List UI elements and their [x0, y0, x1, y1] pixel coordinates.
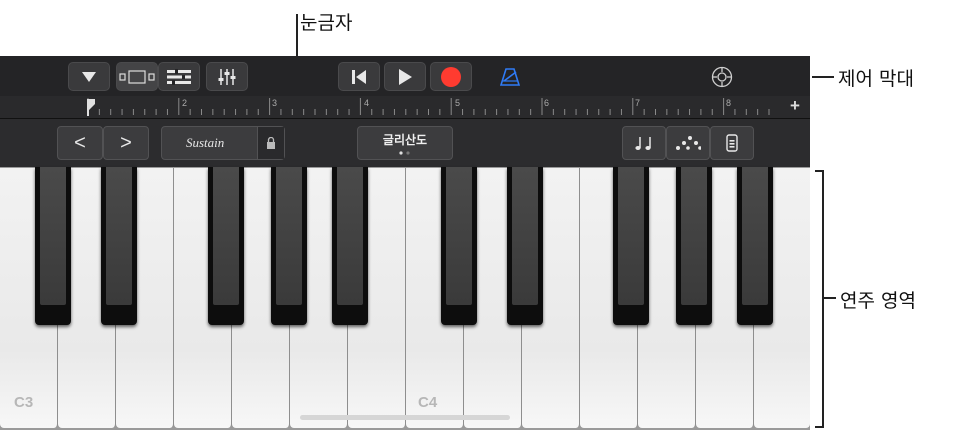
add-section-button[interactable]: + — [790, 96, 800, 116]
black-key[interactable] — [332, 167, 368, 325]
ruler-ticks — [87, 98, 770, 115]
play-area-callout-line — [824, 297, 836, 299]
settings-icon — [711, 66, 733, 87]
keyboard-play-area[interactable]: C3 C4 — [0, 167, 810, 430]
mixer-icon — [218, 68, 236, 85]
black-key[interactable] — [676, 167, 712, 325]
black-key[interactable] — [507, 167, 543, 325]
black-key[interactable] — [737, 167, 773, 325]
track-controls-button[interactable] — [158, 62, 200, 91]
play-area-bracket-vertical — [822, 170, 824, 428]
record-button[interactable] — [430, 62, 472, 91]
go-to-beginning-button[interactable] — [338, 62, 380, 91]
go-to-beginning-icon — [352, 69, 366, 84]
sustain-lock[interactable] — [257, 127, 284, 159]
chevron-left-icon: < — [74, 131, 86, 154]
track-controls-icon — [167, 68, 191, 85]
browser-menu-icon — [82, 71, 96, 82]
ruler-mark-5: 5 — [455, 98, 461, 108]
black-key[interactable] — [35, 167, 71, 325]
notes-icon — [635, 137, 651, 150]
control-bar-callout-line — [812, 76, 834, 78]
ruler-callout: 눈금자 — [300, 12, 353, 34]
ruler[interactable]: 2 3 4 5 6 7 8 + — [0, 96, 810, 119]
glissando-button[interactable]: 글리산도 — [357, 126, 453, 160]
ruler-mark-3: 3 — [272, 98, 278, 108]
arpeggiator-icon — [676, 136, 701, 150]
page-dots-icon — [399, 150, 410, 155]
metronome-button[interactable] — [492, 62, 528, 91]
tracks-view-button[interactable] — [116, 62, 158, 91]
glissando-label: 글리산도 — [382, 132, 428, 147]
control-bar — [0, 56, 810, 96]
black-key[interactable] — [208, 167, 244, 325]
play-area-callout: 연주 영역 — [840, 290, 916, 312]
sustain-button[interactable]: Sustain — [161, 126, 285, 160]
arpeggiator-button[interactable] — [666, 126, 710, 160]
garageband-screen: 2 3 4 5 6 7 8 + < > Sustain 글리산도 C3 C4 — [0, 56, 810, 430]
notes-mode-button[interactable] — [622, 126, 666, 160]
chevron-right-icon: > — [120, 131, 132, 154]
velocity-button[interactable] — [710, 126, 754, 160]
lock-icon — [267, 137, 275, 149]
ruler-mark-2: 2 — [182, 98, 188, 108]
browser-menu-button[interactable] — [68, 62, 110, 91]
ruler-mark-4: 4 — [364, 98, 370, 108]
black-key[interactable] — [271, 167, 307, 325]
ruler-mark-6: 6 — [544, 98, 550, 108]
black-key[interactable] — [613, 167, 649, 325]
settings-button[interactable] — [704, 62, 740, 91]
play-icon — [399, 68, 412, 85]
ruler-mark-8: 8 — [726, 98, 732, 108]
play-button[interactable] — [384, 62, 426, 91]
key-label-c4: C4 — [418, 394, 438, 411]
octave-up-button[interactable]: > — [103, 126, 149, 160]
mixer-button[interactable] — [206, 62, 248, 91]
play-area-bracket-bottom — [815, 426, 824, 428]
record-icon — [441, 66, 461, 87]
home-indicator — [300, 415, 510, 420]
tracks-view-icon — [119, 69, 155, 84]
metronome-icon — [500, 67, 520, 86]
velocity-icon — [726, 134, 738, 152]
instrument-controls: < > Sustain 글리산도 — [0, 119, 810, 167]
black-key[interactable] — [101, 167, 137, 325]
control-bar-callout: 제어 막대 — [838, 68, 914, 90]
octave-down-button[interactable]: < — [57, 126, 103, 160]
black-key[interactable] — [441, 167, 477, 325]
ruler-mark-7: 7 — [635, 98, 641, 108]
playhead-icon[interactable] — [86, 98, 96, 116]
key-label-c3: C3 — [14, 394, 34, 411]
sustain-label: Sustain — [186, 135, 225, 150]
